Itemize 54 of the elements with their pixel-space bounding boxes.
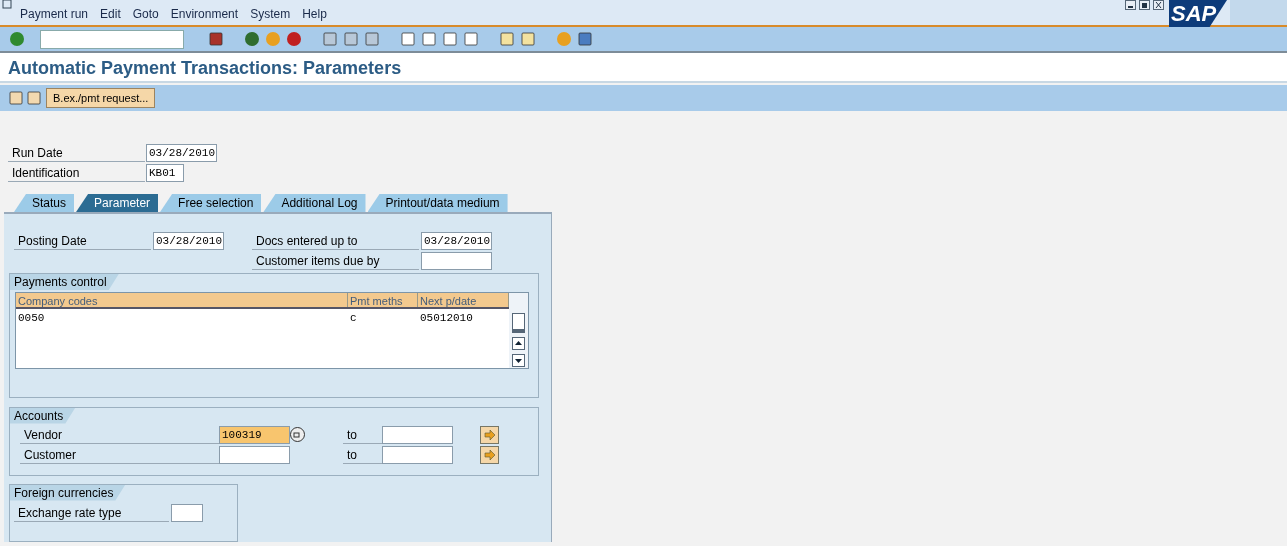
group-title: Payments control — [10, 274, 119, 290]
tab[interactable]: Free selection — [160, 194, 262, 212]
input-field[interactable] — [421, 252, 492, 270]
input-field[interactable] — [219, 445, 290, 464]
input-field[interactable]: 03/28/2010 — [421, 232, 492, 250]
menu-item[interactable]: Help — [302, 5, 327, 23]
table-cell-text: 05012010 — [419, 311, 474, 326]
group-title: Foreign currencies — [10, 484, 126, 501]
menu-item[interactable]: Edit — [100, 5, 121, 23]
scroll-thumb[interactable] — [512, 313, 525, 333]
search-help-icon[interactable] — [290, 427, 305, 442]
tab[interactable]: Additional Log — [263, 194, 366, 212]
column-header[interactable]: Company codes — [16, 293, 348, 307]
field-label: Run Date — [8, 144, 145, 162]
input-field[interactable]: KB01 — [146, 164, 184, 182]
scroll-up-icon[interactable] — [512, 337, 525, 350]
field-label: Customer — [20, 445, 219, 464]
table-cell-text: 0050 — [17, 311, 46, 326]
tab[interactable]: Status — [14, 194, 75, 212]
menu-item[interactable]: System — [250, 5, 291, 23]
input-field[interactable]: 03/28/2010 — [153, 232, 224, 250]
field-label: Vendor — [20, 425, 219, 444]
field-label: Exchange rate type — [14, 503, 169, 522]
input-field[interactable] — [382, 425, 453, 444]
close-icon[interactable] — [1153, 0, 1164, 10]
arrow-right-icon — [483, 449, 496, 460]
table-cell-text: c — [349, 311, 358, 326]
menu-item[interactable]: Payment run — [20, 5, 89, 23]
field-label: Customer items due by — [252, 252, 419, 270]
input-field[interactable] — [171, 503, 203, 522]
page-title: Automatic Payment Transactions: Parameters — [0, 53, 1287, 83]
input-field[interactable] — [382, 445, 453, 464]
restore-icon[interactable] — [1139, 0, 1150, 10]
field-label: Identification — [8, 164, 145, 182]
window-icon — [2, 0, 14, 9]
scroll-down-icon[interactable] — [512, 354, 525, 367]
menu-item[interactable]: Environment — [170, 5, 239, 23]
column-header[interactable]: Pmt meths — [348, 293, 418, 307]
input-field[interactable]: 100319 — [219, 425, 290, 444]
tab[interactable]: Parameter — [76, 194, 159, 212]
group-title: Accounts — [10, 407, 76, 424]
toolbar-button[interactable]: B.ex./pmt request... — [46, 88, 156, 108]
minimize-icon[interactable] — [1125, 0, 1136, 10]
menu-item[interactable]: Goto — [132, 5, 159, 23]
tab[interactable]: Printout/data medium — [367, 194, 508, 212]
input-field[interactable]: 03/28/2010 — [146, 144, 217, 162]
logo: SAP — [1169, 0, 1227, 27]
multiple-selection-button[interactable] — [480, 445, 499, 464]
multiple-selection-button[interactable] — [480, 425, 499, 444]
scrollbar[interactable] — [509, 293, 528, 368]
field-label: Posting Date — [14, 232, 151, 250]
command-field[interactable] — [40, 29, 184, 49]
arrow-right-icon — [483, 429, 496, 440]
field-label: Docs entered up to — [252, 232, 419, 250]
